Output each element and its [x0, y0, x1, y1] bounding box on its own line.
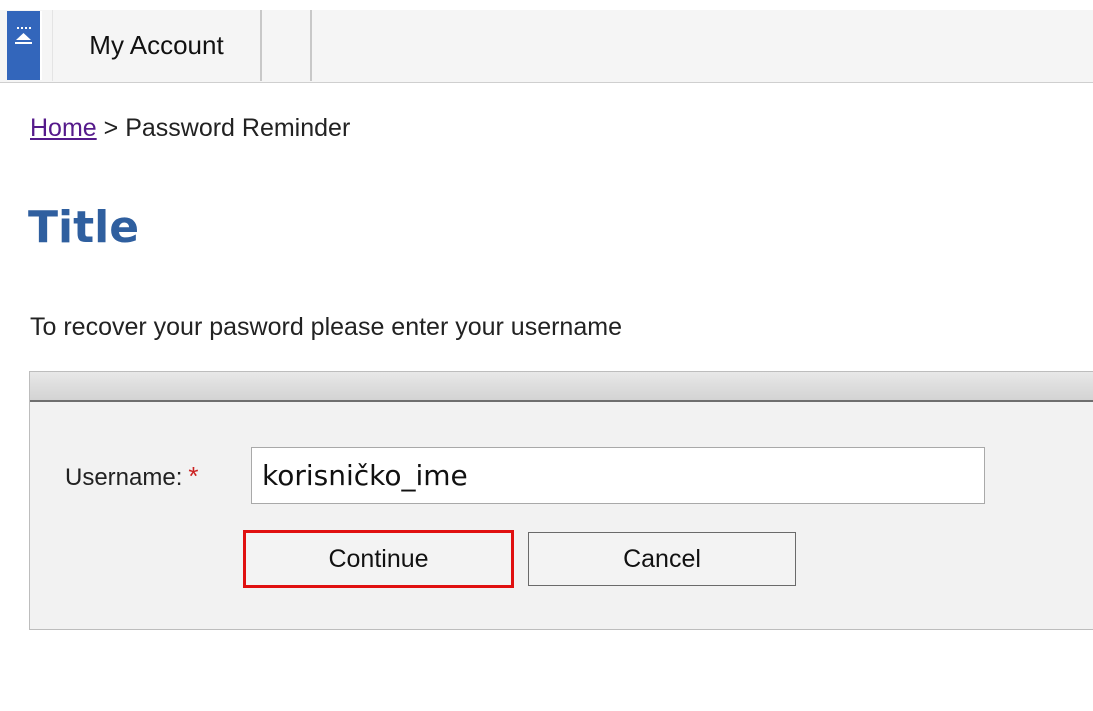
recovery-form-panel: Username:* Continue Cancel — [29, 371, 1093, 630]
top-nav-bar: My Account — [0, 10, 1093, 83]
continue-button[interactable]: Continue — [243, 530, 514, 588]
username-label-text: Username: — [65, 464, 183, 491]
app-logo[interactable] — [7, 11, 42, 80]
breadcrumb-current: Password Reminder — [125, 114, 351, 142]
page-title: Title — [28, 202, 140, 253]
breadcrumb: Home > Password Reminder — [30, 114, 350, 143]
tab-my-account[interactable]: My Account — [52, 10, 262, 81]
breadcrumb-separator: > — [96, 114, 126, 142]
breadcrumb-home-link[interactable]: Home — [30, 114, 97, 142]
cancel-button[interactable]: Cancel — [528, 532, 796, 586]
instructions-text: To recover your pasword please enter you… — [30, 313, 622, 341]
tab-spacer — [260, 10, 312, 81]
username-label: Username: * — [65, 461, 199, 492]
required-marker: * — [188, 461, 199, 491]
panel-header — [30, 372, 1093, 402]
username-input[interactable] — [251, 447, 985, 504]
tab-label: My Account — [89, 30, 224, 60]
logo-icon — [15, 27, 32, 44]
